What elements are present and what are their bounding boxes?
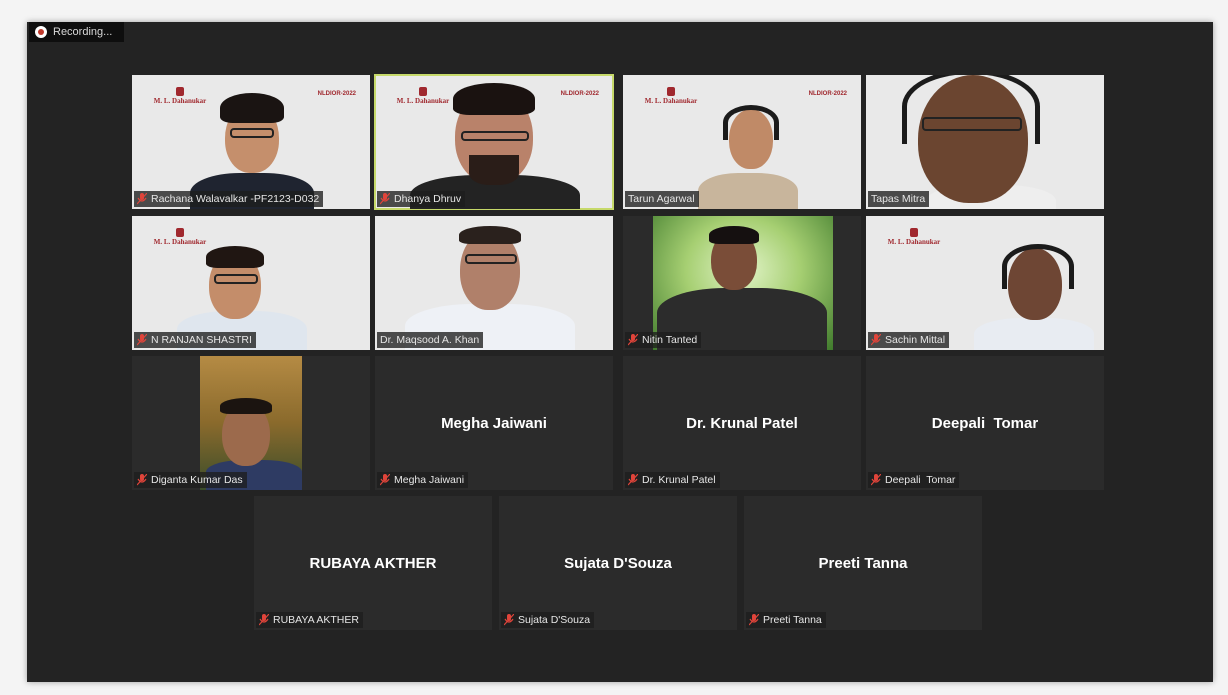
meeting-gallery-view: Recording... M. L. Dahanukar NLDIOR-2022…	[27, 22, 1213, 682]
name-tile[interactable]: Deepali Tomar Deepali Tomar	[866, 356, 1104, 490]
participant-name-tag: Preeti Tanna	[746, 612, 826, 628]
video-tile[interactable]: M. L. Dahanukar NLDIOR-2022 Rachana Wala…	[132, 75, 370, 209]
record-icon	[35, 26, 47, 38]
participant-display-name: Deepali Tomar	[931, 414, 1039, 432]
video-tile-active-speaker[interactable]: M. L. Dahanukar NLDIOR-2022 Dhanya Dhruv	[374, 74, 614, 210]
participant-video	[200, 356, 302, 490]
participant-name-tag: Dhanya Dhruv	[377, 191, 466, 207]
participant-name-tag: Deepali Tomar	[868, 472, 960, 488]
name-tile[interactable]: Dr. Krunal Patel Dr. Krunal Patel	[623, 356, 861, 490]
participant-name-tag: Dr. Krunal Patel	[625, 472, 720, 488]
video-tile[interactable]: M. L. Dahanukar Sachin Mittal	[866, 216, 1104, 350]
participant-video	[653, 216, 833, 350]
brand-logo: M. L. Dahanukar	[641, 87, 701, 105]
mic-muted-icon	[628, 334, 638, 346]
participant-name-tag: Nitin Tanted	[625, 332, 702, 348]
video-tile[interactable]: Tapas Mitra	[866, 75, 1104, 209]
mic-muted-icon	[871, 474, 881, 486]
participant-display-name: Megha Jaiwani	[441, 414, 547, 432]
participant-display-name: Dr. Krunal Patel	[686, 414, 798, 432]
mic-muted-icon	[871, 334, 881, 346]
mic-muted-icon	[137, 193, 147, 205]
video-tile[interactable]: M. L. Dahanukar NLDIOR-2022 Tarun Agarwa…	[623, 75, 861, 209]
participant-name-tag: Dr. Maqsood A. Khan	[377, 332, 484, 348]
brand-logo: M. L. Dahanukar	[150, 87, 210, 105]
participant-name-tag: Rachana Walavalkar -PF2123-D032	[134, 191, 324, 207]
event-logo: NLDIOR-2022	[560, 91, 599, 97]
video-tile[interactable]: Nitin Tanted	[623, 216, 861, 350]
name-tile[interactable]: RUBAYA AKTHER RUBAYA AKTHER	[254, 496, 492, 630]
mic-muted-icon	[380, 474, 390, 486]
event-logo: NLDIOR-2022	[317, 91, 356, 97]
name-tile[interactable]: Preeti Tanna Preeti Tanna	[744, 496, 982, 630]
mic-muted-icon	[380, 193, 390, 205]
mic-muted-icon	[137, 334, 147, 346]
mic-muted-icon	[137, 474, 147, 486]
name-tile[interactable]: Megha Jaiwani Megha Jaiwani	[375, 356, 613, 490]
recording-indicator[interactable]: Recording...	[29, 22, 125, 42]
event-logo: NLDIOR-2022	[808, 91, 847, 97]
mic-muted-icon	[749, 614, 759, 626]
participant-name-tag: Sujata D'Souza	[501, 612, 595, 628]
participant-name-tag: RUBAYA AKTHER	[256, 612, 363, 628]
participant-name-tag: Tarun Agarwal	[625, 191, 699, 207]
brand-logo: M. L. Dahanukar	[884, 228, 944, 246]
brand-logo: M. L. Dahanukar	[393, 87, 453, 105]
video-tile[interactable]: Diganta Kumar Das	[132, 356, 370, 490]
participant-name-tag: N RANJAN SHASTRI	[134, 332, 256, 348]
video-tile[interactable]: Dr. Maqsood A. Khan	[375, 216, 613, 350]
mic-muted-icon	[504, 614, 514, 626]
mic-muted-icon	[259, 614, 269, 626]
video-tile[interactable]: M. L. Dahanukar N RANJAN SHASTRI	[132, 216, 370, 350]
participant-name-tag: Tapas Mitra	[868, 191, 930, 207]
participant-name-tag: Megha Jaiwani	[377, 472, 469, 488]
participant-display-name: Preeti Tanna	[818, 554, 908, 572]
mic-muted-icon	[628, 474, 638, 486]
brand-logo: M. L. Dahanukar	[150, 228, 210, 246]
participant-name-tag: Sachin Mittal	[868, 332, 950, 348]
recording-label: Recording...	[53, 26, 113, 38]
participant-display-name: RUBAYA AKTHER	[309, 554, 437, 572]
participant-name-tag: Diganta Kumar Das	[134, 472, 247, 488]
participant-display-name: Sujata D'Souza	[564, 554, 672, 572]
name-tile[interactable]: Sujata D'Souza Sujata D'Souza	[499, 496, 737, 630]
